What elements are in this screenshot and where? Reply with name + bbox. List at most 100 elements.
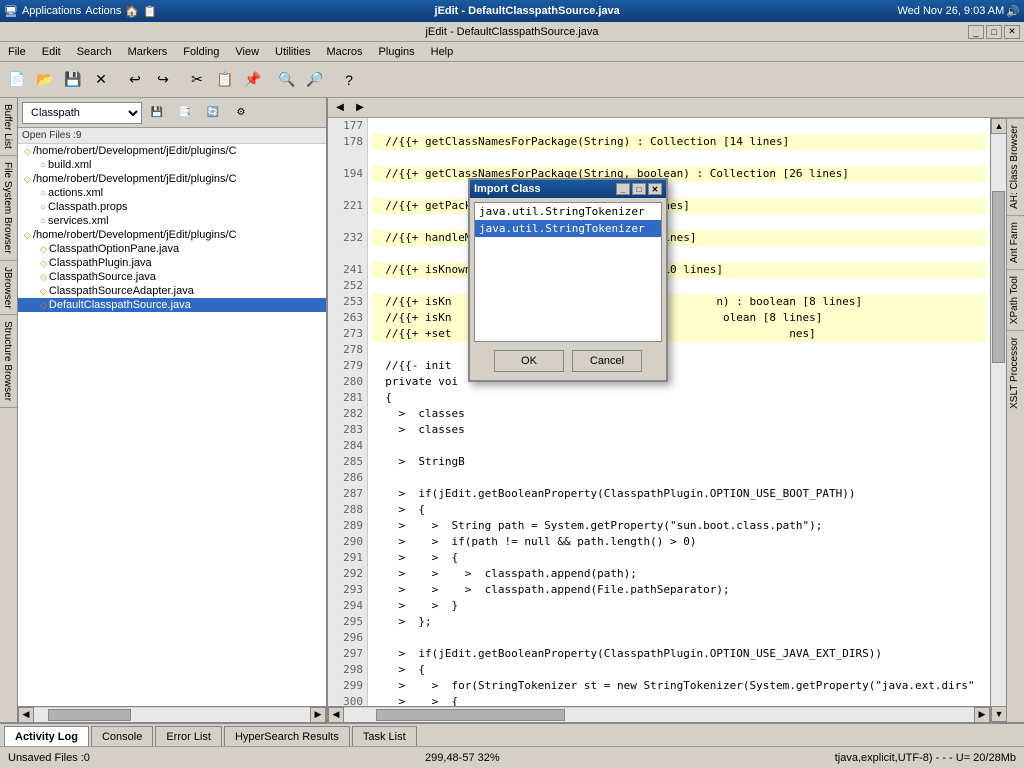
menu-utilities[interactable]: Utilities	[267, 44, 318, 60]
cut-button[interactable]: ✂	[184, 67, 210, 93]
left-tab-buffer-list[interactable]: Buffer List	[0, 98, 17, 156]
code-line[interactable]: > };	[372, 614, 986, 630]
code-content[interactable]: //{{+ getClassNamesForPackage(String) : …	[368, 118, 990, 706]
code-line[interactable]	[372, 118, 986, 134]
left-scroll-right[interactable]: ▶	[310, 707, 326, 723]
code-line[interactable]: //{{+ getClassNamesForPackage(String, bo…	[372, 166, 986, 182]
dialog-close-btn[interactable]: ✕	[648, 183, 662, 195]
new-file-button[interactable]: 📄	[4, 67, 30, 93]
dialog-ok-button[interactable]: OK	[494, 350, 564, 372]
dialog-list-item-1[interactable]: java.util.StringTokenizer	[475, 220, 661, 237]
left-tab-structure[interactable]: Structure Browser	[0, 315, 17, 408]
code-line[interactable]: > > }	[372, 598, 986, 614]
code-line[interactable]	[372, 214, 986, 230]
classpath-dropdown[interactable]: Classpath	[22, 102, 142, 124]
code-line[interactable]	[372, 342, 986, 358]
search-next-button[interactable]: 🔎	[302, 67, 328, 93]
tree-item-0[interactable]: ◇ /home/robert/Development/jEdit/plugins…	[18, 144, 326, 158]
right-tab-xpath[interactable]: XPath Tool	[1007, 269, 1024, 330]
code-line[interactable]: > > {	[372, 694, 986, 706]
tree-item-9[interactable]: ◇ ClasspathSource.java	[18, 270, 326, 284]
dialog-cancel-button[interactable]: Cancel	[572, 350, 642, 372]
scroll-thumb[interactable]	[992, 191, 1005, 363]
code-line[interactable]: > if(jEdit.getBooleanProperty(ClasspathP…	[372, 486, 986, 502]
scroll-down-btn[interactable]: ▼	[991, 706, 1007, 722]
code-line[interactable]: > StringB	[372, 454, 986, 470]
menu-plugins[interactable]: Plugins	[371, 44, 423, 60]
fold-prev-btn[interactable]: ◀	[332, 100, 348, 116]
left-tab-jbrowser[interactable]: JBrowser	[0, 261, 17, 316]
scroll-left-btn[interactable]: ◀	[328, 707, 344, 723]
left-reload-btn[interactable]: 🔄	[200, 100, 226, 126]
code-line[interactable]: > > {	[372, 550, 986, 566]
dialog-minimize-btn[interactable]: _	[616, 183, 630, 195]
dialog-list[interactable]: java.util.StringTokenizer java.util.Stri…	[474, 202, 662, 342]
code-line[interactable]	[372, 470, 986, 486]
tree-item-6[interactable]: ◇ /home/robert/Development/jEdit/plugins…	[18, 228, 326, 242]
menu-markers[interactable]: Markers	[120, 44, 176, 60]
left-save-btn[interactable]: 💾	[144, 100, 170, 126]
code-line[interactable]: //{{- init	[372, 358, 986, 374]
tab-console[interactable]: Console	[91, 726, 153, 746]
redo-button[interactable]: ↪	[150, 67, 176, 93]
left-scroll-left[interactable]: ◀	[18, 707, 34, 723]
code-line[interactable]: //{{+ handleMessage(EBMessage) : void [7…	[372, 230, 986, 246]
right-scrollbar[interactable]: ▲ ▼	[990, 118, 1006, 722]
close-file-button[interactable]: ✕	[88, 67, 114, 93]
code-line[interactable]	[372, 150, 986, 166]
code-line[interactable]	[372, 278, 986, 294]
menu-folding[interactable]: Folding	[175, 44, 227, 60]
menu-search[interactable]: Search	[69, 44, 120, 60]
tree-item-7[interactable]: ◇ ClasspathOptionPane.java	[18, 242, 326, 256]
code-line[interactable]: > > > classpath.append(File.pathSeparato…	[372, 582, 986, 598]
tree-item-3[interactable]: ○ actions.xml	[18, 186, 326, 200]
dialog-maximize-btn[interactable]: □	[632, 183, 646, 195]
code-line[interactable]: > classes	[372, 422, 986, 438]
code-line[interactable]: //{{+ isKnownClassName(String) : boolean…	[372, 262, 986, 278]
code-line[interactable]: //{{+ getPackageNames() : Collection [8 …	[372, 198, 986, 214]
code-line[interactable]: > classes	[372, 406, 986, 422]
undo-button[interactable]: ↩	[122, 67, 148, 93]
code-line[interactable]: > > if(path != null && path.length() > 0…	[372, 534, 986, 550]
menu-edit[interactable]: Edit	[34, 44, 69, 60]
code-line[interactable]: //{{+ getClassNamesForPackage(String) : …	[372, 134, 986, 150]
right-tab-xslt[interactable]: XSLT Processor	[1007, 330, 1024, 415]
code-line[interactable]: //{{+ isKn olean [8 lines]	[372, 310, 986, 326]
left-h-scrollbar[interactable]: ◀ ▶	[18, 706, 326, 722]
scroll-track[interactable]	[991, 134, 1006, 706]
menu-help[interactable]: Help	[423, 44, 462, 60]
scroll-up-btn[interactable]: ▲	[991, 118, 1007, 134]
code-line[interactable]: //{{+ isKn n) : boolean [8 lines]	[372, 294, 986, 310]
right-tab-class-browser[interactable]: AH: Class Browser	[1007, 118, 1024, 215]
code-line[interactable]: > {	[372, 662, 986, 678]
tab-error-list[interactable]: Error List	[155, 726, 222, 746]
h-scroll-track[interactable]	[344, 708, 974, 722]
tree-item-5[interactable]: ○ services.xml	[18, 214, 326, 228]
code-line[interactable]: {	[372, 390, 986, 406]
left-settings-btn[interactable]: ⚙	[228, 100, 254, 126]
code-line[interactable]: > > for(StringTokenizer st = new StringT…	[372, 678, 986, 694]
tree-item-10[interactable]: ◇ ClasspathSourceAdapter.java	[18, 284, 326, 298]
tab-hypersearch[interactable]: HyperSearch Results	[224, 726, 350, 746]
code-line[interactable]: > > String path = System.getProperty("su…	[372, 518, 986, 534]
tree-item-8[interactable]: ◇ ClasspathPlugin.java	[18, 256, 326, 270]
copy-button[interactable]: 📋	[212, 67, 238, 93]
left-tab-filesystem[interactable]: File System Browser	[0, 156, 17, 261]
fold-next-btn[interactable]: ▶	[352, 100, 368, 116]
maximize-button[interactable]: □	[986, 25, 1002, 39]
code-line[interactable]	[372, 438, 986, 454]
menu-file[interactable]: File	[0, 44, 34, 60]
code-line[interactable]: //{{+ +set nes]	[372, 326, 986, 342]
search-button[interactable]: 🔍	[274, 67, 300, 93]
tree-item-2[interactable]: ◇ /home/robert/Development/jEdit/plugins…	[18, 172, 326, 186]
tab-task-list[interactable]: Task List	[352, 726, 417, 746]
code-line[interactable]: > > > classpath.append(path);	[372, 566, 986, 582]
tree-item-1[interactable]: ○ build.xml	[18, 158, 326, 172]
dialog-list-item-0[interactable]: java.util.StringTokenizer	[475, 203, 661, 220]
minimize-button[interactable]: _	[968, 25, 984, 39]
h-scrollbar[interactable]: ◀ ▶	[328, 706, 990, 722]
h-scroll-thumb[interactable]	[376, 709, 565, 721]
help-button[interactable]: ?	[336, 67, 362, 93]
save-file-button[interactable]: 💾	[60, 67, 86, 93]
open-file-button[interactable]: 📂	[32, 67, 58, 93]
